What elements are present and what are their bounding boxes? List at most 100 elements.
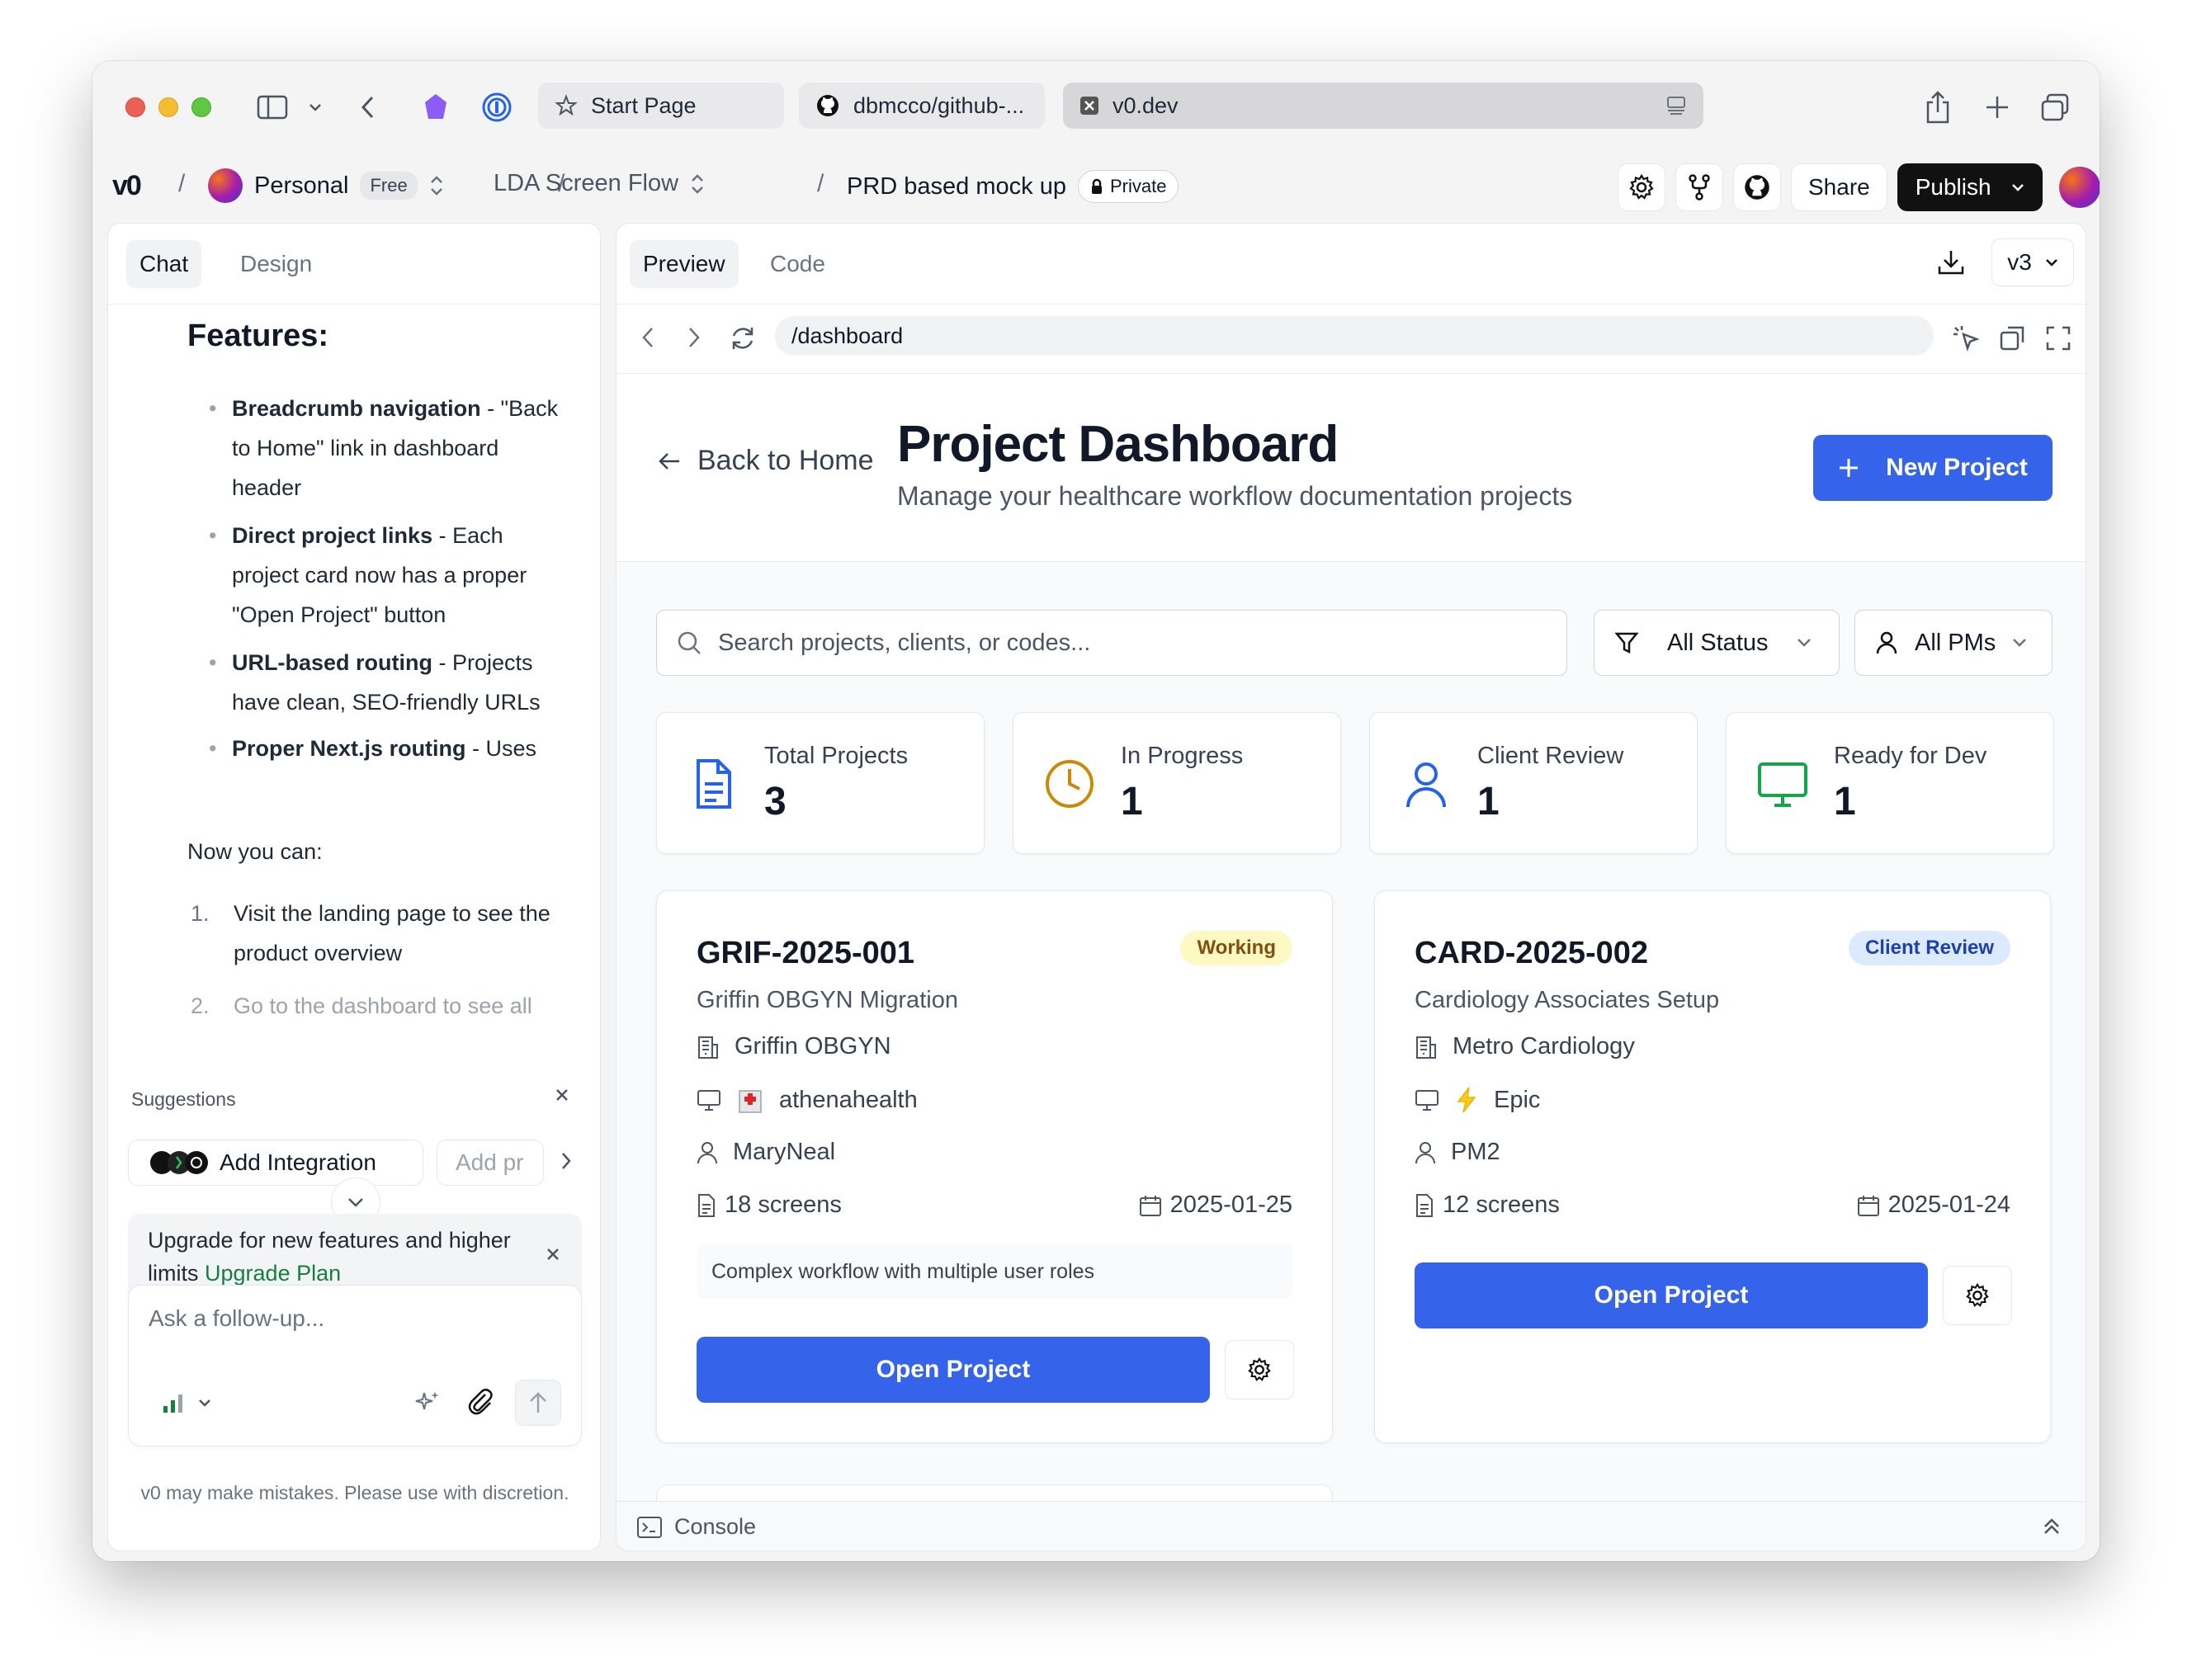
feature-title: Proper Next.js routing bbox=[232, 736, 466, 761]
search-input[interactable]: Search projects, clients, or codes... bbox=[656, 610, 1567, 676]
open-new-window-icon[interactable] bbox=[1998, 324, 2026, 352]
screens-row: 12 screens bbox=[1415, 1192, 1560, 1219]
zoom-window-button[interactable] bbox=[191, 97, 211, 117]
browser-tab-v0[interactable]: v0.dev bbox=[1063, 83, 1703, 129]
status-filter[interactable]: All Status bbox=[1594, 610, 1840, 676]
back-arrow-icon[interactable] bbox=[355, 89, 380, 125]
suggestion-add-integration[interactable]: Add Integration bbox=[128, 1140, 423, 1186]
browser-tab-github[interactable]: dbmcco/github-... bbox=[799, 83, 1045, 129]
pm-filter-label: All PMs bbox=[1915, 629, 1996, 656]
arrow-up-icon bbox=[530, 1392, 546, 1413]
model-selector[interactable] bbox=[162, 1391, 211, 1414]
close-window-button[interactable] bbox=[125, 97, 145, 117]
preview-panel: Preview Code v3 /dashboard Back to Home … bbox=[616, 223, 2086, 1551]
publish-button[interactable]: Publish bbox=[1897, 163, 2043, 211]
github-button[interactable] bbox=[1733, 163, 1781, 211]
disclaimer-text: v0 may make mistakes. Please use with di… bbox=[140, 1482, 569, 1503]
plan-badge: Free bbox=[360, 172, 418, 200]
password-manager-icon[interactable] bbox=[480, 89, 513, 125]
send-button[interactable] bbox=[515, 1380, 561, 1426]
date-row: 2025-01-24 bbox=[1857, 1192, 2010, 1219]
chat-title-group: PRD based mock up Private bbox=[847, 170, 1179, 203]
terminal-icon bbox=[637, 1516, 662, 1538]
share-icon[interactable] bbox=[1921, 89, 1954, 125]
chevron-right-icon[interactable] bbox=[560, 1151, 572, 1171]
dashboard-header: Back to Home Project Dashboard Manage yo… bbox=[616, 374, 2086, 562]
chat-title[interactable]: PRD based mock up bbox=[847, 173, 1066, 201]
download-icon[interactable] bbox=[1937, 248, 1965, 276]
chevrons-up-icon[interactable] bbox=[2043, 1517, 2061, 1536]
open-project-button[interactable]: Open Project bbox=[1415, 1262, 1928, 1328]
stat-label: Ready for Dev bbox=[1834, 743, 1987, 769]
monitor-icon bbox=[1756, 757, 1809, 810]
extension-icon[interactable] bbox=[419, 89, 452, 125]
chat-composer: Ask a follow-up... bbox=[128, 1285, 582, 1446]
project-name: Cardiology Associates Setup bbox=[1415, 987, 1720, 1013]
version-label: v3 bbox=[2007, 249, 2032, 275]
sparkles-icon[interactable] bbox=[413, 1388, 442, 1418]
project-settings-button[interactable] bbox=[1943, 1266, 2012, 1325]
settings-button[interactable] bbox=[1618, 163, 1665, 211]
browser-titlebar: Start Page dbmcco/github-... v0.dev bbox=[92, 61, 2100, 152]
ehr-name: Epic bbox=[1494, 1086, 1541, 1113]
stat-value: 3 bbox=[764, 780, 787, 823]
app-header: v0 / Personal Free / LDA Screen Flow / P… bbox=[92, 152, 2100, 223]
sidebar-toggle-icon[interactable] bbox=[254, 89, 291, 125]
paperclip-icon[interactable] bbox=[465, 1386, 495, 1418]
feature-item: • Direct project links - Each project ca… bbox=[209, 516, 572, 635]
status-badge: Working bbox=[1180, 931, 1292, 965]
workspace-name: Personal bbox=[254, 172, 349, 199]
user-icon bbox=[1415, 1141, 1435, 1163]
tab-chat[interactable]: Chat bbox=[126, 240, 202, 288]
nav-back-icon[interactable] bbox=[641, 326, 654, 349]
workspace-switcher[interactable]: Personal Free bbox=[208, 168, 444, 203]
v0-logo[interactable]: v0 bbox=[112, 170, 142, 202]
version-selector[interactable]: v3 bbox=[1991, 238, 2074, 286]
reader-mode-icon[interactable] bbox=[1665, 95, 1687, 116]
step-text: Visit the landing page to see the produc… bbox=[234, 901, 550, 965]
new-tab-icon[interactable] bbox=[1981, 89, 2014, 125]
chevron-down-icon[interactable] bbox=[305, 89, 325, 125]
suggestion-add-more[interactable]: Add pr bbox=[437, 1140, 544, 1186]
feature-title: Breadcrumb navigation bbox=[232, 396, 481, 421]
open-project-button[interactable]: Open Project bbox=[697, 1337, 1210, 1403]
tab-overview-icon[interactable] bbox=[2038, 89, 2072, 125]
stat-card-in-progress: In Progress 1 bbox=[1013, 712, 1341, 854]
hospital-icon bbox=[739, 1090, 762, 1113]
user-avatar[interactable] bbox=[2058, 167, 2100, 208]
close-suggestions-icon[interactable] bbox=[554, 1087, 570, 1103]
screen-count: 12 screens bbox=[1443, 1192, 1560, 1218]
project-settings-button[interactable] bbox=[1225, 1340, 1294, 1399]
fullscreen-icon[interactable] bbox=[2044, 324, 2072, 352]
tab-code[interactable]: Code bbox=[757, 240, 839, 288]
page-subtitle: Manage your healthcare workflow document… bbox=[897, 481, 1573, 511]
console-bar[interactable]: Console bbox=[616, 1501, 2086, 1550]
back-to-home-link[interactable]: Back to Home bbox=[658, 445, 874, 477]
nav-forward-icon[interactable] bbox=[687, 326, 701, 349]
feature-item: • Breadcrumb navigation - "Back to Home"… bbox=[209, 389, 572, 507]
minimize-window-button[interactable] bbox=[158, 97, 178, 117]
select-element-icon[interactable] bbox=[1952, 324, 1980, 352]
share-button[interactable]: Share bbox=[1791, 163, 1887, 211]
new-project-button[interactable]: New Project bbox=[1813, 435, 2053, 501]
features-heading: Features: bbox=[187, 319, 329, 353]
close-banner-icon[interactable] bbox=[546, 1247, 560, 1262]
fork-button[interactable] bbox=[1675, 163, 1723, 211]
chat-panel-tabs: Chat Design bbox=[108, 224, 600, 304]
bullet: • bbox=[209, 396, 217, 421]
upgrade-plan-link[interactable]: Upgrade Plan bbox=[205, 1261, 341, 1286]
refresh-icon[interactable] bbox=[729, 324, 757, 352]
tab-preview[interactable]: Preview bbox=[630, 240, 739, 288]
browser-tab-start-page[interactable]: Start Page bbox=[538, 83, 784, 129]
feature-item: • Proper Next.js routing - Uses Next.js … bbox=[209, 729, 572, 767]
tab-design[interactable]: Design bbox=[227, 240, 325, 288]
star-icon bbox=[555, 94, 578, 117]
composer-input[interactable]: Ask a follow-up... bbox=[149, 1305, 324, 1332]
user-icon bbox=[1876, 631, 1897, 654]
page: Start Page dbmcco/github-... v0.dev v0 /… bbox=[0, 0, 2192, 1680]
project-switcher[interactable]: LDA Screen Flow bbox=[494, 170, 705, 197]
pm-filter[interactable]: All PMs bbox=[1854, 610, 2053, 676]
ehr-row: athenahealth bbox=[697, 1086, 918, 1114]
url-input[interactable]: /dashboard bbox=[775, 316, 1934, 356]
separator: / bbox=[178, 170, 186, 197]
